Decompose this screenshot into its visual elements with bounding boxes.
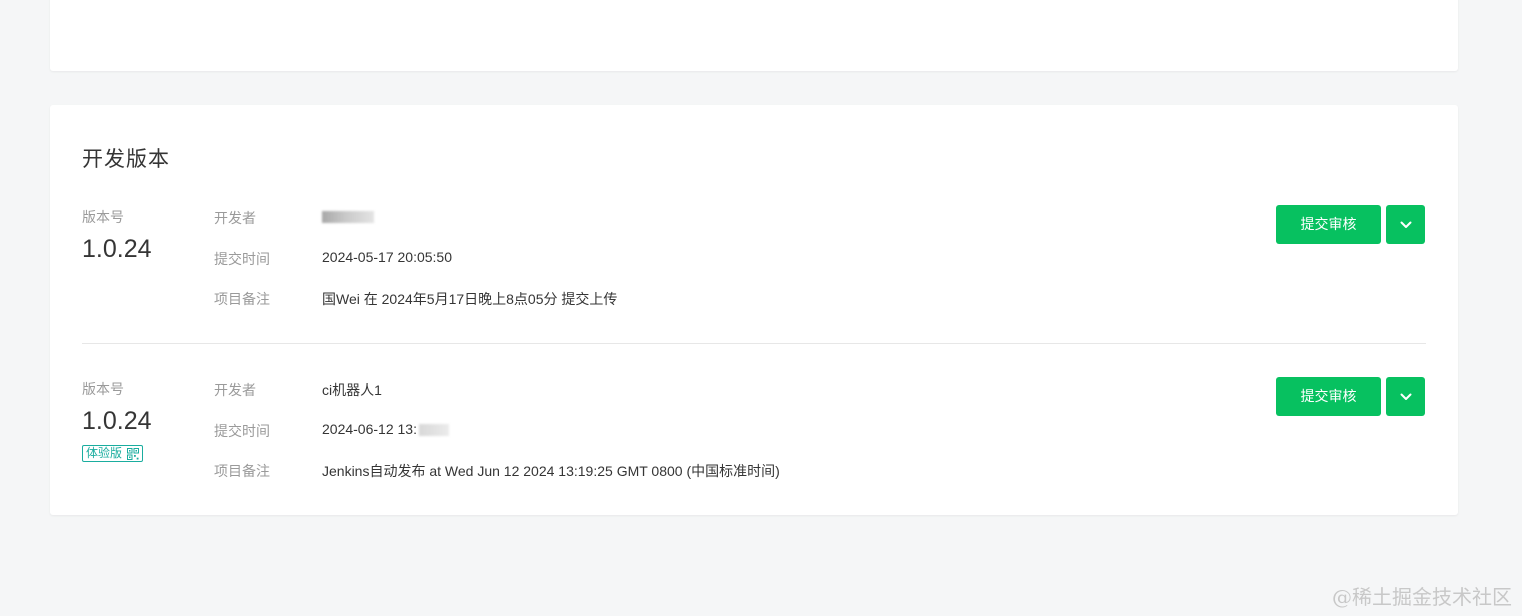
version-row: 版本号 1.0.24 体验版 开发者 ci机器人1 提交时间 2024-06-1… (50, 377, 1458, 517)
note-label: 项目备注 (214, 463, 270, 479)
developer-value-redacted (322, 208, 374, 224)
version-number: 1.0.24 (82, 235, 152, 263)
version-label: 版本号 (82, 209, 124, 225)
redacted-developer-name (322, 211, 374, 224)
trial-version-label: 体验版 (86, 446, 123, 460)
trial-version-badge[interactable]: 体验版 (82, 445, 144, 462)
chevron-down-icon (1400, 393, 1411, 400)
note-label: 项目备注 (214, 291, 270, 307)
note-value: 国Wei 在 2024年5月17日晚上8点05分 提交上传 (322, 291, 618, 307)
watermark: @稀土掘金技术社区 (1332, 585, 1512, 609)
developer-label: 开发者 (214, 382, 256, 398)
submit-time-value: 2024-05-17 20:05:50 (322, 249, 452, 265)
developer-value: ci机器人1 (322, 382, 382, 398)
developer-label: 开发者 (214, 210, 256, 226)
submit-time-label: 提交时间 (214, 423, 270, 439)
more-options-button[interactable] (1386, 377, 1425, 416)
note-value: Jenkins自动发布 at Wed Jun 12 2024 13:19:25 … (322, 463, 780, 479)
submit-time-value-partial: 2024-06-12 13: (322, 421, 449, 437)
redacted-time-seconds (418, 424, 449, 437)
chevron-down-icon (1400, 221, 1411, 228)
submit-time-value: 2024-06-12 13: (322, 421, 417, 437)
section-title: 开发版本 (82, 148, 170, 171)
qr-code-icon (127, 447, 140, 460)
version-label: 版本号 (82, 381, 124, 397)
submit-review-button[interactable]: 提交审核 (1276, 205, 1381, 244)
submit-time-label: 提交时间 (214, 251, 270, 267)
submit-review-button[interactable]: 提交审核 (1276, 377, 1381, 416)
more-options-button[interactable] (1386, 205, 1425, 244)
previous-section-card (50, 0, 1458, 71)
dev-version-card: 开发版本 版本号 1.0.24 开发者 提交时间 2024-05-17 20:0… (50, 105, 1458, 515)
version-divider (82, 343, 1426, 344)
version-number: 1.0.24 (82, 407, 152, 435)
version-row: 版本号 1.0.24 开发者 提交时间 2024-05-17 20:05:50 … (50, 205, 1458, 345)
